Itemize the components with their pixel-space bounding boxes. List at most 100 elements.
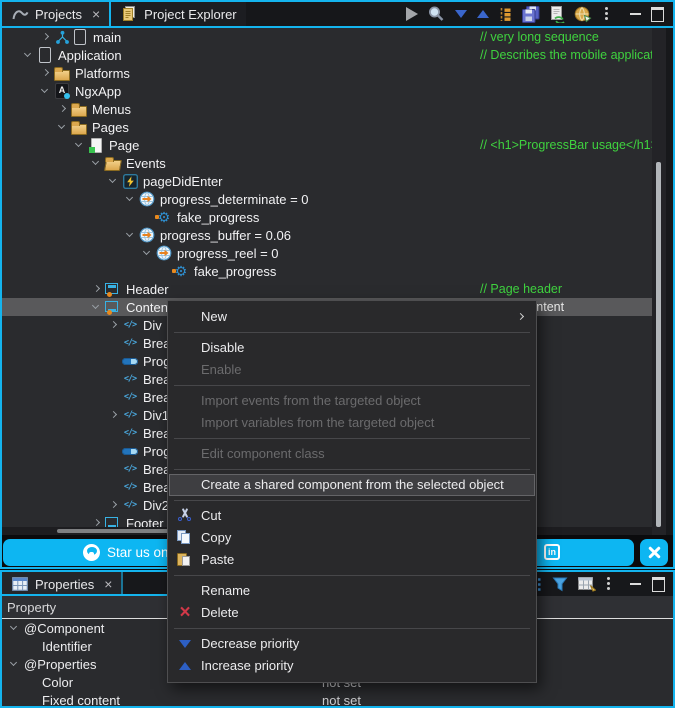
tree-item-platforms[interactable]: Platforms: [2, 64, 652, 82]
vertical-scrollbar-thumb[interactable]: [656, 162, 661, 527]
table-edit-icon[interactable]: [578, 574, 596, 594]
refresh-doc-icon[interactable]: [549, 4, 565, 24]
maximize-icon[interactable]: [651, 4, 664, 24]
chevron-collapsed-icon[interactable]: [39, 64, 53, 82]
tree-item-application[interactable]: Application// Describes the mobile appli…: [2, 46, 652, 64]
tree-item-main[interactable]: main// very long sequence: [2, 28, 652, 46]
chevron-expanded-icon[interactable]: [90, 298, 104, 316]
property-label: @Component: [24, 621, 104, 636]
tree-item-page[interactable]: Page// <h1>ProgressBar usage</h1>: [2, 136, 652, 154]
code-icon: [121, 389, 139, 405]
tree-item-pages[interactable]: Pages: [2, 118, 652, 136]
property-row-fixed-content[interactable]: Fixed contentnot set: [2, 691, 673, 708]
banner-close-button[interactable]: [640, 539, 668, 566]
chevron-collapsed-icon[interactable]: [56, 100, 70, 118]
chevron-collapsed-icon[interactable]: [107, 406, 121, 424]
tree-item-progress-buffer-0-06[interactable]: progress_buffer = 0.06: [2, 226, 652, 244]
menu-item-create-a-shared-component-from-the-selec[interactable]: Create a shared component from the selec…: [169, 474, 535, 496]
tree-item-ngxapp[interactable]: NgxApp: [2, 82, 652, 100]
menu-item-label: Delete: [201, 605, 239, 620]
menu-item-rename[interactable]: Rename: [168, 580, 536, 602]
page-icon: [87, 137, 105, 153]
chevron-expanded-icon[interactable]: [39, 82, 53, 100]
chevron-expanded-icon[interactable]: [8, 655, 22, 673]
content-icon: [104, 299, 122, 315]
chevron-expanded-icon[interactable]: [141, 244, 155, 262]
tab-projects[interactable]: Projects ×: [2, 2, 111, 26]
chevron-spacer: [107, 460, 121, 478]
menu-item-paste[interactable]: Paste: [168, 549, 536, 571]
github-icon: [83, 544, 100, 561]
close-tab-icon[interactable]: ×: [104, 578, 112, 590]
chevron-expanded-icon[interactable]: [22, 46, 36, 64]
tree-item-fake-progress[interactable]: fake_progress: [2, 208, 652, 226]
property-value[interactable]: not set: [322, 693, 361, 708]
overflow-dots-icon[interactable]: [604, 4, 617, 24]
vertical-scrollbar[interactable]: [652, 28, 666, 535]
chevron-collapsed-icon[interactable]: [90, 514, 104, 527]
progressbar-icon: [121, 353, 139, 369]
maximize-icon[interactable]: [652, 574, 665, 594]
top-tabbar: Projects × Project Explorer: [2, 2, 673, 28]
minimize-icon[interactable]: [629, 4, 642, 24]
chevron-expanded-icon[interactable]: [107, 172, 121, 190]
outline-icon[interactable]: [498, 4, 513, 24]
tree-item-progress-determinate-0[interactable]: progress_determinate = 0: [2, 190, 652, 208]
menu-item-cut[interactable]: Cut: [168, 505, 536, 527]
menu-item-decrease-priority[interactable]: Decrease priority: [168, 633, 536, 655]
menu-item-copy[interactable]: Copy: [168, 527, 536, 549]
chevron-expanded-icon[interactable]: [56, 118, 70, 136]
chevron-expanded-icon[interactable]: [8, 619, 22, 637]
tree-item-events[interactable]: Events: [2, 154, 652, 172]
move-up-icon[interactable]: [476, 4, 489, 24]
code-icon: [121, 461, 139, 477]
tab-project-explorer[interactable]: Project Explorer: [111, 2, 245, 26]
chevron-collapsed-icon[interactable]: [90, 280, 104, 298]
chevron-expanded-icon[interactable]: [90, 154, 104, 172]
device-icon: [36, 47, 54, 63]
chevron-collapsed-icon[interactable]: [39, 28, 53, 46]
menu-item-label: Disable: [201, 340, 244, 355]
minimize-icon[interactable]: [629, 574, 642, 594]
tree-item-header[interactable]: Header // Page header: [2, 280, 652, 298]
variable-icon: [138, 227, 156, 243]
tree-item-label: Platforms: [75, 66, 130, 81]
tree-item-menus[interactable]: Menus: [2, 100, 652, 118]
variable-icon: [138, 191, 156, 207]
tree-item-label: Div1: [143, 408, 169, 423]
tree-item-comment: // <h1>ProgressBar usage</h1>: [480, 138, 652, 152]
menu-item-import-events-from-the-targeted-object: Import events from the targeted object: [168, 390, 536, 412]
chevron-collapsed-icon[interactable]: [107, 496, 121, 514]
tree-item-pagedidenter[interactable]: pageDidEnter: [2, 172, 652, 190]
tree-item-comment: // Page header: [480, 282, 562, 296]
linkedin-icon: [544, 544, 560, 560]
menu-item-increase-priority[interactable]: Increase priority: [168, 655, 536, 677]
tree-item-label: Header: [126, 282, 169, 297]
tree-item-progress-reel-0[interactable]: progress_reel = 0: [2, 244, 652, 262]
submenu-arrow-icon: [517, 313, 524, 320]
menu-item-new[interactable]: New: [168, 306, 536, 328]
menu-item-disable[interactable]: Disable: [168, 337, 536, 359]
chevron-expanded-icon[interactable]: [124, 190, 138, 208]
tree-item-label: Div2: [143, 498, 169, 513]
chevron-spacer: [158, 262, 172, 280]
tab-properties[interactable]: Properties ×: [2, 572, 123, 596]
code-icon: [121, 335, 139, 351]
chevron-expanded-icon[interactable]: [124, 226, 138, 244]
menu-item-delete[interactable]: Delete: [168, 602, 536, 624]
save-all-icon[interactable]: [522, 4, 540, 24]
chevron-collapsed-icon[interactable]: [107, 316, 121, 334]
tree-item-label: NgxApp: [75, 84, 121, 99]
tree-item-label: fake_progress: [177, 210, 259, 225]
chevron-expanded-icon[interactable]: [73, 136, 87, 154]
tab-projects-label: Projects: [35, 7, 82, 22]
close-tab-icon[interactable]: ×: [92, 8, 100, 20]
publish-globe-icon[interactable]: [574, 4, 592, 24]
tree-item-fake-progress[interactable]: fake_progress: [2, 262, 652, 280]
filter-icon[interactable]: [552, 574, 568, 594]
overflow-dots-icon[interactable]: [606, 574, 619, 594]
move-down-icon[interactable]: [454, 4, 467, 24]
menu-separator: [168, 381, 536, 390]
search-icon[interactable]: [427, 4, 445, 24]
run-icon[interactable]: [405, 4, 418, 24]
